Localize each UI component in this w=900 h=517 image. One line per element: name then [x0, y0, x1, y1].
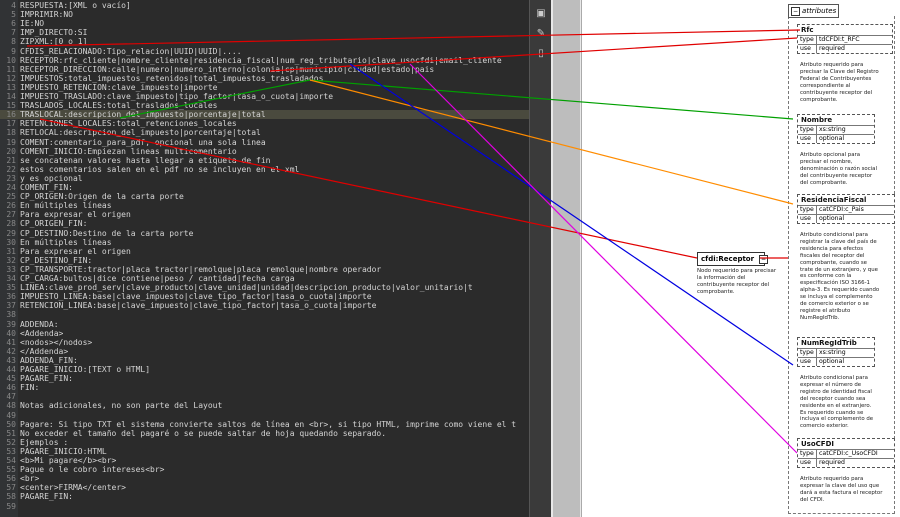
connector-lines: [26, 29, 801, 454]
connector-line: [26, 29, 801, 47]
connector-line: [269, 37, 798, 72]
connector-line: [409, 63, 798, 454]
connector-line: [349, 63, 794, 366]
connector-line: [39, 118, 698, 259]
connector-line: [309, 79, 794, 205]
connector-line: [119, 79, 311, 119]
